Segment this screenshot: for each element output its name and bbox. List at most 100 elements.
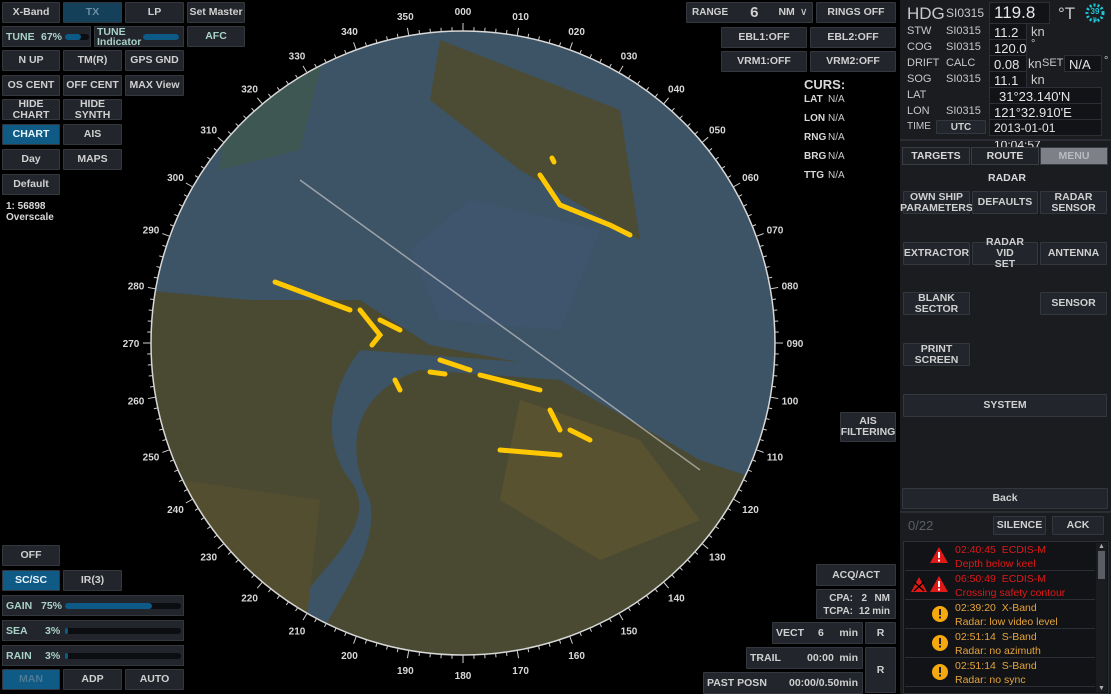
bearing-label: 120 xyxy=(742,505,759,516)
auto-button[interactable]: AUTO xyxy=(125,669,184,690)
sensor-button[interactable]: SENSOR xyxy=(1040,292,1107,315)
afc-button[interactable]: AFC xyxy=(187,26,245,47)
alarm-item[interactable]: 02:40:45 ECDIS-M Depth below keel xyxy=(905,543,1095,571)
off-cent-button[interactable]: OFF CENT xyxy=(63,75,122,96)
ais-button[interactable]: AIS xyxy=(63,124,122,145)
man-button[interactable]: MAN xyxy=(2,669,60,690)
tab-route[interactable]: ROUTE xyxy=(971,147,1039,165)
silence-button[interactable]: SILENCE xyxy=(993,516,1046,535)
hide-chart-button[interactable]: HIDE CHART xyxy=(2,98,60,120)
bearing-tick xyxy=(207,156,211,161)
ebl1-button[interactable]: EBL1:OFF xyxy=(721,27,807,48)
radar-vid-set-button[interactable]: RADAR VID SET xyxy=(972,237,1038,270)
vrm1-button[interactable]: VRM1:OFF xyxy=(721,51,807,72)
x-band-button[interactable]: X-Band xyxy=(2,2,60,23)
vector-r-button[interactable]: R xyxy=(865,622,896,644)
ir-button[interactable]: IR(3) xyxy=(63,570,122,591)
tcpa-label: TCPA: xyxy=(823,606,853,617)
cpa-tcpa-settings[interactable]: CPA: 2 NM TCPA: 12 min xyxy=(816,589,896,619)
range-selector[interactable]: RANGE 6 NM ∨ xyxy=(686,2,813,23)
rings-off-button[interactable]: RINGS OFF xyxy=(816,2,896,23)
bearing-tick xyxy=(770,396,779,400)
alarm-item[interactable]: 06:50:49 ECDIS-M Crossing safety contour xyxy=(905,572,1095,600)
scrollbar-thumb[interactable] xyxy=(1098,551,1105,579)
vrm2-button[interactable]: VRM2:OFF xyxy=(810,51,896,72)
bearing-tick xyxy=(708,148,713,152)
bearing-tick xyxy=(285,601,289,606)
default-button[interactable]: Default xyxy=(2,174,60,195)
lp-button[interactable]: LP xyxy=(125,2,184,23)
ais-filtering-button[interactable]: AIS FILTERING xyxy=(840,412,896,442)
rain-label: RAIN xyxy=(6,650,32,662)
bearing-tick xyxy=(715,525,719,530)
gain-slider[interactable]: GAIN 75% xyxy=(2,595,184,616)
acq-act-button[interactable]: ACQ/ACT xyxy=(816,564,896,586)
sog-source[interactable]: SI0315 xyxy=(946,73,981,85)
alarm-triangle-icon xyxy=(930,576,948,592)
day-button[interactable]: Day xyxy=(2,149,60,170)
ack-button[interactable]: ACK xyxy=(1052,516,1104,535)
bearing-tick xyxy=(609,618,612,623)
trail-setting[interactable]: TRAIL 00:00 min xyxy=(746,647,863,669)
bearing-tick xyxy=(645,87,650,91)
off-button[interactable]: OFF xyxy=(2,545,60,566)
bearing-tick xyxy=(344,49,347,54)
alarm-item[interactable]: 02:39:20 X-Band Radar: low video level xyxy=(905,601,1095,629)
print-screen-button[interactable]: PRINT SCREEN xyxy=(903,343,970,366)
rain-slider[interactable]: RAIN 3% xyxy=(2,645,184,666)
extractor-button[interactable]: EXTRACTOR xyxy=(903,242,970,265)
scroll-up-icon[interactable]: ▲ xyxy=(1096,543,1107,550)
hdg-unit: °T xyxy=(1058,4,1076,23)
set-master-button[interactable]: Set Master xyxy=(187,2,245,23)
drift-source[interactable]: CALC xyxy=(946,57,975,69)
scroll-down-icon[interactable]: ▼ xyxy=(1096,685,1107,692)
gps-gnd-button[interactable]: GPS GND xyxy=(125,50,184,71)
time-mode-button[interactable]: UTC xyxy=(936,120,986,134)
bearing-tick xyxy=(663,97,670,105)
bearing-tick xyxy=(147,396,156,400)
cursor-title: CURS: xyxy=(804,77,846,92)
stw-source[interactable]: SI0315 xyxy=(946,25,981,37)
cog-source[interactable]: SI0315 xyxy=(946,41,981,53)
radar-sensor-button[interactable]: RADAR SENSOR xyxy=(1040,191,1107,214)
tm-r-button[interactable]: TM(R) xyxy=(63,50,122,71)
radar-ppi-display[interactable]: 000 010 020 030 040 050 060 070 080 090 100 110 120 1… xyxy=(0,0,900,694)
defaults-button[interactable]: DEFAULTS xyxy=(972,191,1038,214)
tab-menu[interactable]: MENU xyxy=(1040,147,1108,165)
bearing-tick xyxy=(268,588,272,593)
own-ship-parameters-button[interactable]: OWN SHIP PARAMETERS xyxy=(900,191,973,214)
past-position-setting[interactable]: PAST POSN 00:00/0.50 min xyxy=(703,672,863,694)
tab-targets[interactable]: TARGETS xyxy=(902,147,970,165)
hide-synth-button[interactable]: HIDE SYNTH xyxy=(63,98,122,120)
bearing-tick xyxy=(743,479,748,482)
chart-button[interactable]: CHART xyxy=(2,124,60,145)
max-view-button[interactable]: MAX View xyxy=(125,75,184,96)
bearing-label: 160 xyxy=(568,651,585,662)
trail-r-button[interactable]: R xyxy=(865,647,896,693)
bearing-tick xyxy=(645,595,650,599)
tune-slider[interactable]: TUNE 67% xyxy=(2,26,91,47)
bearing-tick xyxy=(618,612,624,621)
hdg-source[interactable]: SI0315 xyxy=(946,6,984,20)
tx-button[interactable]: TX xyxy=(63,2,122,23)
lon-source[interactable]: SI0315 xyxy=(946,105,981,117)
os-cent-button[interactable]: OS CENT xyxy=(2,75,60,96)
back-button[interactable]: Back xyxy=(902,488,1108,509)
ebl2-button[interactable]: EBL2:OFF xyxy=(810,27,896,48)
n-up-button[interactable]: N UP xyxy=(2,50,60,71)
antenna-button[interactable]: ANTENNA xyxy=(1040,242,1107,265)
adp-button[interactable]: ADP xyxy=(63,669,122,690)
alarm-item[interactable]: 02:51:14 S-Band Radar: no azimuth xyxy=(905,630,1095,658)
sea-slider[interactable]: SEA 3% xyxy=(2,620,184,641)
chart-overlay xyxy=(151,31,775,655)
busy-unit: % xyxy=(1093,17,1098,23)
alarm-scrollbar[interactable]: ▲ ▼ xyxy=(1096,543,1107,692)
sc-sc-button[interactable]: SC/SC xyxy=(2,570,60,591)
alarm-item[interactable]: 02:51:14 S-Band Radar: no sync xyxy=(905,659,1095,687)
blank-sector-button[interactable]: BLANK SECTOR xyxy=(903,292,970,315)
alarm-time-source: 02:40:45 ECDIS-M xyxy=(955,544,1047,556)
maps-button[interactable]: MAPS xyxy=(63,149,122,170)
system-button[interactable]: SYSTEM xyxy=(903,394,1107,417)
vector-setting[interactable]: VECT 6 min xyxy=(772,622,863,644)
drift-label: DRIFT xyxy=(907,57,940,69)
